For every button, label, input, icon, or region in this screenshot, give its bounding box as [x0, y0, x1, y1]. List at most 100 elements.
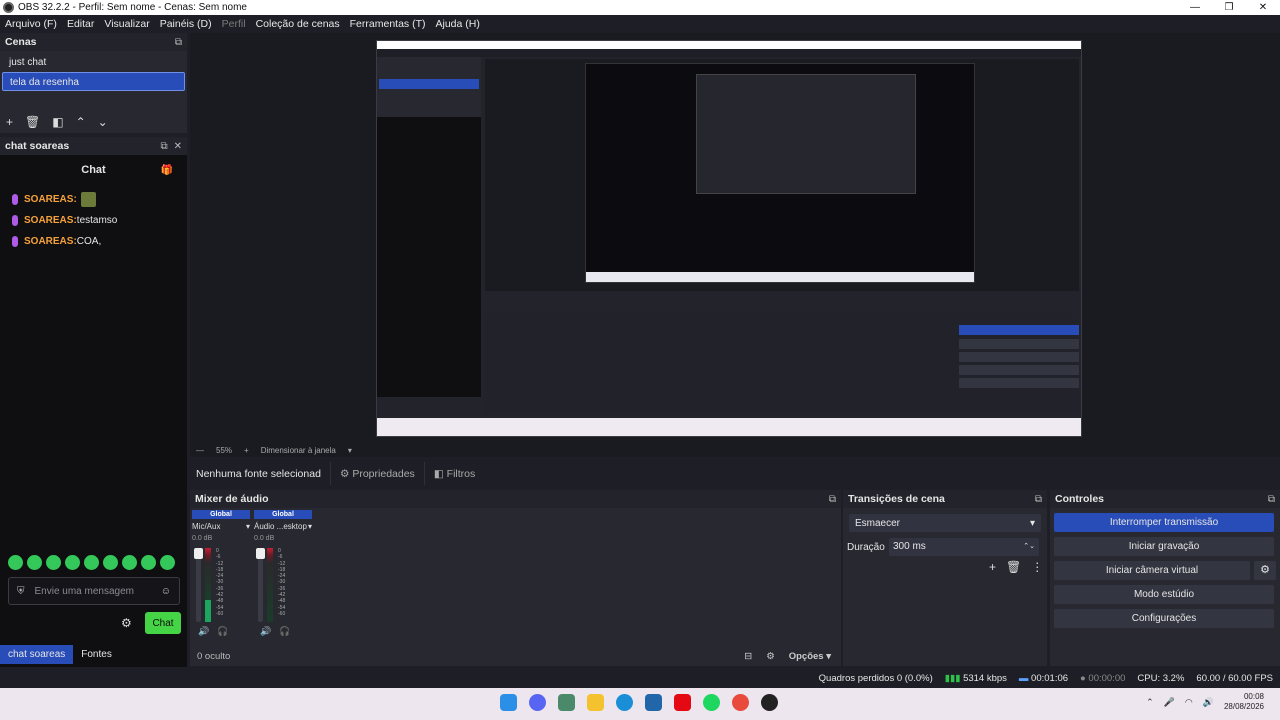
menu-colecao-cenas[interactable]: Coleção de cenas	[251, 18, 345, 30]
undock-icon[interactable]: ⧉	[160, 141, 167, 152]
remove-scene-icon[interactable]: 🗑	[25, 115, 40, 129]
chat-username[interactable]: SOAREAS:	[24, 215, 77, 226]
volume-icon[interactable]: 🔊	[1203, 697, 1214, 708]
menu-visualizar[interactable]: Visualizar	[99, 18, 154, 30]
spotify-icon[interactable]	[703, 694, 720, 711]
live-icon: ▬	[1018, 672, 1029, 684]
fit-window-select[interactable]: Dimensionar à janela	[261, 446, 336, 455]
fader-knob[interactable]	[194, 548, 203, 559]
properties-button[interactable]: ⚙ Propriedades	[330, 462, 424, 485]
chevron-up-icon[interactable]: ⌃	[1146, 697, 1154, 708]
chevron-down-icon[interactable]: ▾	[308, 522, 312, 531]
headphone-icon[interactable]: 🎧	[217, 626, 228, 637]
more-options-icon[interactable]: ⋮	[1031, 560, 1043, 574]
menu-editar[interactable]: Editar	[62, 18, 99, 30]
gear-icon[interactable]: ⚙	[121, 616, 132, 630]
clock[interactable]: 00:08 28/08/2026	[1224, 692, 1264, 712]
gift-icon[interactable]: 🎁	[161, 165, 173, 176]
gear-icon[interactable]: ⚙	[1254, 561, 1276, 580]
record-icon: ●	[1080, 672, 1086, 684]
zoom-in-button[interactable]: +	[244, 446, 249, 455]
chevron-down-icon[interactable]: ▾	[348, 446, 352, 455]
undock-icon[interactable]: ⧉	[1035, 494, 1042, 505]
start-virtual-cam-button[interactable]: Iniciar câmera virtual	[1054, 561, 1250, 580]
scene-filters-icon[interactable]: ◧	[52, 115, 63, 129]
filters-button[interactable]: ◧ Filtros	[423, 462, 484, 485]
layout-icon[interactable]: ⊟	[744, 651, 752, 662]
minimize-button[interactable]: —	[1178, 0, 1212, 15]
emoji-icon[interactable]: ☺	[161, 586, 171, 597]
volume-fader[interactable]	[196, 548, 201, 622]
menu-ferramentas[interactable]: Ferramentas (T)	[345, 18, 431, 30]
emote-icon[interactable]	[27, 555, 42, 570]
chrome-icon[interactable]	[732, 694, 749, 711]
move-up-icon[interactable]: ⌃	[76, 115, 86, 129]
window-title: OBS 32.2.2 - Perfil: Sem nome - Cenas: S…	[18, 2, 247, 13]
add-scene-icon[interactable]: +	[6, 115, 13, 129]
obs-icon[interactable]	[761, 694, 778, 711]
app-icon[interactable]	[645, 694, 662, 711]
undock-icon[interactable]: ⧉	[175, 37, 182, 48]
scene-item-tela-da-resenha[interactable]: tela da resenha	[2, 72, 185, 91]
mic-icon[interactable]: 🎤	[1164, 697, 1175, 708]
wifi-icon[interactable]: ◠	[1185, 697, 1193, 708]
zoom-out-button[interactable]: —	[196, 446, 204, 455]
scene-transitions-dock: Transições de cena ⧉ Esmaecer ▾ Duração …	[843, 490, 1047, 666]
emote-icon[interactable]	[141, 555, 156, 570]
emote-icon[interactable]	[84, 555, 99, 570]
headphone-icon[interactable]: 🎧	[279, 626, 290, 637]
transition-type-select[interactable]: Esmaecer ▾	[849, 514, 1041, 532]
close-button[interactable]: ✕	[1246, 0, 1280, 15]
shield-icon[interactable]: ⛨	[17, 586, 25, 597]
emote-icon[interactable]	[122, 555, 137, 570]
add-transition-icon[interactable]: +	[989, 560, 996, 574]
menu-ajuda[interactable]: Ajuda (H)	[430, 18, 484, 30]
advanced-audio-icon[interactable]: ⚙	[766, 651, 775, 662]
no-source-label: Nenhuma fonte selecionad	[196, 467, 321, 480]
chat-username[interactable]: SOAREAS:	[24, 194, 77, 205]
chat-send-button[interactable]: Chat	[145, 612, 181, 634]
maximize-button[interactable]: ❐	[1212, 0, 1246, 15]
windows-start-icon[interactable]	[500, 694, 517, 711]
chevron-down-icon[interactable]: ▾	[246, 522, 250, 531]
close-dock-icon[interactable]: ✕	[174, 141, 182, 152]
netflix-icon[interactable]	[674, 694, 691, 711]
menu-arquivo[interactable]: Arquivo (F)	[0, 18, 62, 30]
undock-icon[interactable]: ⧉	[1268, 494, 1275, 505]
settings-button[interactable]: Configurações	[1054, 609, 1274, 628]
duration-spinbox[interactable]: 300 ms ⌃⌄	[889, 538, 1039, 556]
edge-icon[interactable]	[616, 694, 633, 711]
emote-icon[interactable]	[103, 555, 118, 570]
tab-chat-soareas[interactable]: chat soareas	[0, 645, 74, 664]
preview-area	[190, 33, 1280, 457]
chat-input[interactable]: ⛨ Envie uma mensagem ☺	[8, 577, 180, 605]
menu-perfil[interactable]: Perfil	[217, 18, 251, 30]
speaker-icon[interactable]: 🔊	[198, 626, 209, 637]
undock-icon[interactable]: ⧉	[829, 494, 836, 505]
menu-bar: Arquivo (F) Editar Visualizar Painéis (D…	[0, 15, 1280, 32]
chat-text: testamso	[76, 215, 118, 226]
emote-icon[interactable]	[8, 555, 23, 570]
fader-knob[interactable]	[256, 548, 265, 559]
emote-icon[interactable]	[160, 555, 175, 570]
gear-icon: ⚙	[340, 467, 353, 480]
start-recording-button[interactable]: Iniciar gravação	[1054, 537, 1274, 556]
remove-transition-icon[interactable]: 🗑	[1006, 560, 1021, 574]
spin-arrows-icon[interactable]: ⌃⌄	[1023, 538, 1035, 556]
speaker-icon[interactable]: 🔊	[260, 626, 271, 637]
scene-item-just-chat[interactable]: just chat	[2, 53, 185, 72]
preview-canvas[interactable]	[376, 40, 1082, 437]
file-explorer-icon[interactable]	[587, 694, 604, 711]
emote-icon[interactable]	[46, 555, 61, 570]
menu-paineis[interactable]: Painéis (D)	[155, 18, 217, 30]
discord-icon[interactable]	[529, 694, 546, 711]
move-down-icon[interactable]: ⌄	[98, 115, 108, 129]
studio-mode-button[interactable]: Modo estúdio	[1054, 585, 1274, 604]
emote-icon[interactable]	[65, 555, 80, 570]
tab-fontes[interactable]: Fontes	[73, 645, 120, 664]
stop-stream-button[interactable]: Interromper transmissão	[1054, 513, 1274, 532]
volume-fader[interactable]	[258, 548, 263, 622]
app-icon[interactable]	[558, 694, 575, 711]
chat-username[interactable]: SOAREAS:	[24, 236, 77, 247]
options-button[interactable]: Opções ▾	[789, 651, 831, 662]
